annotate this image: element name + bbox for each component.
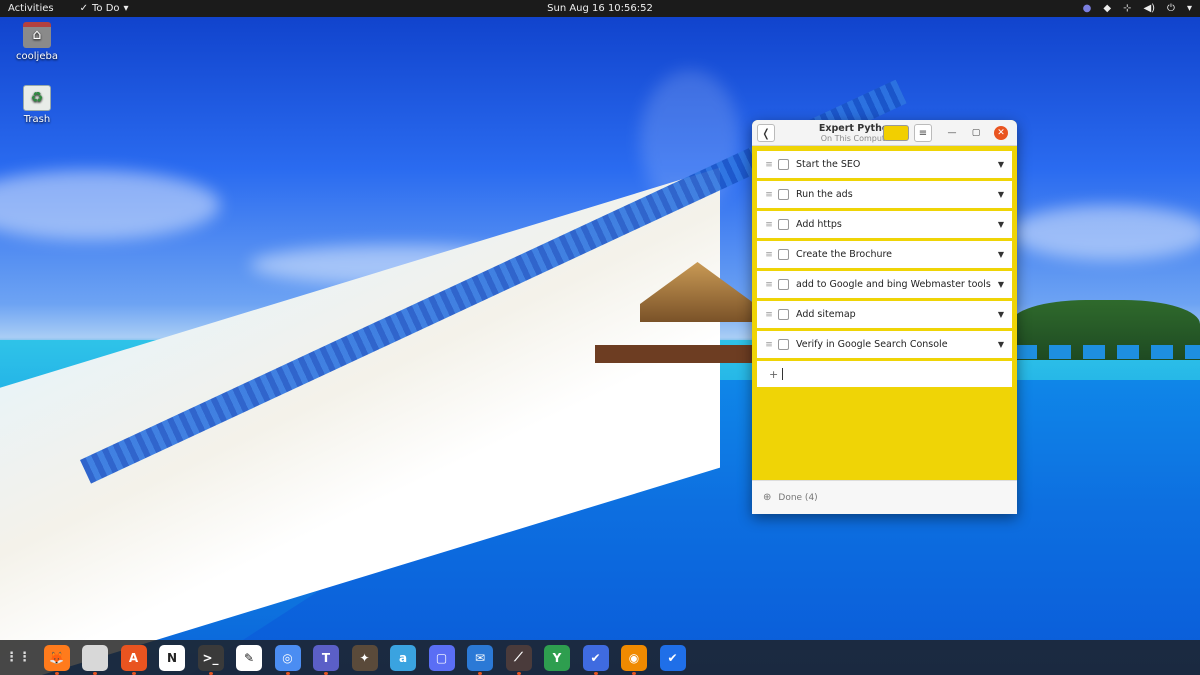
task-label[interactable]: Run the ads	[796, 189, 853, 200]
gimp-icon[interactable]: ✦	[351, 644, 378, 671]
drag-handle-icon[interactable]: ≡	[760, 190, 778, 200]
task-row[interactable]: ≡ Verify in Google Search Console ▼	[757, 331, 1012, 358]
teams-tray-icon[interactable]: ●	[1083, 3, 1092, 14]
task-checkbox[interactable]	[778, 339, 789, 350]
volume-icon[interactable]: ◀)	[1143, 3, 1155, 14]
done-label: Done (4)	[778, 492, 818, 503]
expand-arrow-icon[interactable]: ▼	[998, 280, 1004, 289]
chevron-left-icon: ❬	[761, 126, 771, 140]
hamburger-icon: ≡	[918, 127, 928, 139]
drag-handle-icon[interactable]: ≡	[760, 280, 778, 290]
inkscape-icon[interactable]: Y	[544, 644, 570, 671]
app-menu[interactable]: ✓ To Do ▾	[80, 3, 129, 14]
task-checkbox[interactable]	[778, 279, 789, 290]
firefox-icon[interactable]: 🦊	[43, 644, 70, 675]
activities-button[interactable]: Activities	[8, 3, 54, 14]
home-icon: ⌂	[23, 22, 51, 48]
desktop-wallpaper	[0, 0, 1200, 675]
minimize-button[interactable]: —	[945, 126, 959, 140]
task-label[interactable]: Add sitemap	[796, 309, 856, 320]
expand-arrow-icon[interactable]: ▼	[998, 250, 1004, 259]
window-titlebar[interactable]: ❬ Expert Python On This Computer ≡ — ▢ ✕	[752, 120, 1017, 146]
task-checkbox[interactable]	[778, 219, 789, 230]
drag-handle-icon[interactable]: ≡	[760, 220, 778, 230]
task-row[interactable]: ≡ Create the Brochure ▼	[757, 241, 1012, 268]
wallpaper-deck	[595, 345, 755, 363]
home-folder-icon[interactable]: ⌂ cooljeba	[7, 22, 67, 62]
clock[interactable]: Sun Aug 16 10:56:52	[547, 3, 653, 14]
task-row[interactable]: ≡ add to Google and bing Webmaster tools ▼	[757, 271, 1012, 298]
terminal-icon[interactable]: >_	[197, 644, 224, 675]
task-label[interactable]: Verify in Google Search Console	[796, 339, 948, 350]
expand-arrow-icon[interactable]: ▼	[998, 190, 1004, 199]
drag-handle-icon[interactable]: ≡	[760, 340, 778, 350]
dropbox-icon[interactable]: ◆	[1103, 3, 1111, 14]
todo-icon[interactable]: ✔	[582, 644, 609, 675]
expand-arrow-icon[interactable]: ▼	[998, 310, 1004, 319]
task-label[interactable]: Start the SEO	[796, 159, 860, 170]
expand-arrow-icon[interactable]: ▼	[998, 160, 1004, 169]
wallpaper-loungers	[1015, 345, 1200, 359]
maximize-button[interactable]: ▢	[969, 126, 983, 140]
trash-label: Trash	[23, 114, 51, 125]
software-icon[interactable]: A	[120, 644, 147, 675]
task-checkbox[interactable]	[778, 189, 789, 200]
task-row[interactable]: ≡ Add https ▼	[757, 211, 1012, 238]
chevron-down-icon[interactable]: ▾	[1187, 3, 1192, 14]
tasks-icon[interactable]: ✔	[659, 644, 686, 671]
task-label[interactable]: Add https	[796, 219, 842, 230]
chevron-down-icon: ▾	[123, 3, 129, 14]
back-button[interactable]: ❬	[757, 124, 775, 142]
task-row[interactable]: ≡ Run the ads ▼	[757, 181, 1012, 208]
expand-arrow-icon[interactable]: ▼	[998, 340, 1004, 349]
system-tray[interactable]: ● ◆ ⊹ ◀) ⏻ ▾	[1083, 3, 1192, 14]
drag-handle-icon[interactable]: ≡	[760, 160, 778, 170]
zoom-in-icon: ⊕	[763, 492, 772, 503]
todo-window: ❬ Expert Python On This Computer ≡ — ▢ ✕…	[752, 120, 1017, 514]
text-editor-icon[interactable]: ✎	[236, 644, 262, 671]
task-checkbox[interactable]	[778, 249, 789, 260]
power-icon[interactable]: ⏻	[1167, 3, 1175, 14]
task-row[interactable]: ≡ Start the SEO ▼	[757, 151, 1012, 178]
expand-arrow-icon[interactable]: ▼	[998, 220, 1004, 229]
files-icon[interactable]	[82, 644, 108, 675]
trash-icon: ♻	[23, 85, 51, 111]
amazon-icon[interactable]: a	[390, 644, 416, 671]
notion-icon[interactable]: N	[159, 644, 185, 671]
mail-icon[interactable]: ✉	[467, 644, 493, 675]
done-tasks-row[interactable]: ⊕ Done (4)	[752, 480, 1017, 514]
apps-grid-icon[interactable]: ⋮⋮	[5, 645, 31, 671]
home-folder-label: cooljeba	[16, 51, 58, 62]
trash-desktop-icon[interactable]: ♻ Trash	[7, 85, 67, 125]
network-icon[interactable]: ⊹	[1123, 3, 1131, 14]
new-task-input[interactable]: +	[757, 361, 1012, 387]
task-checkbox[interactable]	[778, 309, 789, 320]
chromium-icon[interactable]: ◎	[274, 644, 301, 675]
wallpaper-cloud	[0, 170, 220, 240]
app-menu-label: To Do	[92, 3, 120, 14]
menu-button[interactable]: ≡	[914, 124, 932, 142]
drag-handle-icon[interactable]: ≡	[760, 310, 778, 320]
color-picker-icon[interactable]: ⟋	[505, 644, 532, 675]
task-label[interactable]: Create the Brochure	[796, 249, 892, 260]
task-checkbox[interactable]	[778, 159, 789, 170]
add-icon: +	[769, 367, 779, 381]
task-label[interactable]: add to Google and bing Webmaster tools	[796, 279, 991, 290]
task-list: ≡ Start the SEO ▼ ≡ Run the ads ▼ ≡ Add https ▼ ≡…	[752, 146, 1017, 358]
check-icon: ✓	[79, 3, 89, 14]
top-bar: Activities ✓ To Do ▾ Sun Aug 16 10:56:52…	[0, 0, 1200, 17]
wallpaper-cloud	[1010, 205, 1200, 260]
text-cursor	[782, 368, 784, 380]
drag-handle-icon[interactable]: ≡	[760, 250, 778, 260]
task-row[interactable]: ≡ Add sitemap ▼	[757, 301, 1012, 328]
podcast-icon[interactable]: ◉	[621, 644, 647, 675]
screenshot-icon[interactable]: ▢	[428, 644, 455, 671]
close-button[interactable]: ✕	[994, 126, 1008, 140]
list-color-button[interactable]	[883, 125, 909, 141]
teams-icon[interactable]: T	[313, 644, 339, 675]
dock: ⋮⋮ 🦊 A N >_ ✎ ◎ T ✦ a ▢ ✉ ⟋ Y ✔ ◉ ✔	[0, 640, 1200, 675]
